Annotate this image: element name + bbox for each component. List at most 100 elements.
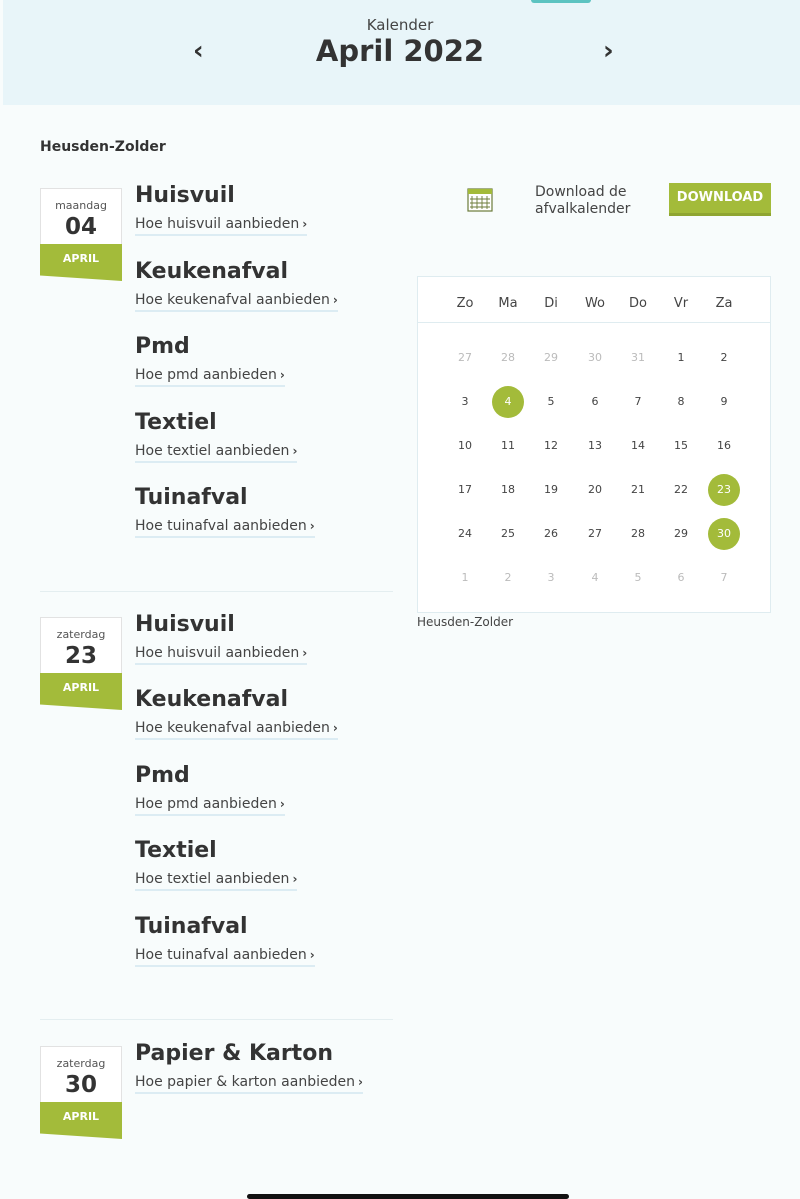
waste-item: Tuinafval Hoe tuinafval aanbieden ›	[135, 914, 315, 967]
calendar-day[interactable]: 19	[535, 474, 567, 506]
calendar-day[interactable]: 15	[665, 430, 697, 462]
calendar-day[interactable]: 5	[535, 386, 567, 418]
header-subtitle: Kalender	[366, 16, 434, 34]
how-to-offer-link[interactable]: Hoe tuinafval aanbieden ›	[135, 518, 315, 538]
calendar-day[interactable]: 3	[535, 562, 567, 594]
how-to-offer-link[interactable]: Hoe keukenafval aanbieden ›	[135, 720, 338, 740]
home-indicator	[247, 1194, 569, 1199]
calendar-day[interactable]: 26	[535, 518, 567, 550]
calendar-day[interactable]: 17	[449, 474, 481, 506]
date-month: APRIL	[40, 244, 122, 281]
section-divider	[40, 1019, 393, 1020]
waste-item: Textiel Hoe textiel aanbieden ›	[135, 838, 298, 891]
location-title: Heusden-Zolder	[40, 139, 166, 155]
chevron-right-icon: ›	[292, 444, 298, 458]
calendar-day[interactable]: 21	[622, 474, 654, 506]
calendar-day[interactable]: 27	[449, 342, 481, 374]
calendar-day[interactable]: 12	[535, 430, 567, 462]
calendar-day[interactable]: 1	[665, 342, 697, 374]
calendar-day[interactable]: 6	[665, 562, 697, 594]
calendar-day[interactable]: 7	[622, 386, 654, 418]
chevron-right-icon: ›	[309, 519, 315, 533]
weekday-label: Wo	[584, 296, 606, 311]
calendar-day[interactable]: 5	[622, 562, 654, 594]
waste-type-name: Keukenafval	[135, 259, 289, 284]
calendar-day[interactable]: 2	[492, 562, 524, 594]
how-to-offer-link-text: Hoe pmd aanbieden	[135, 796, 277, 812]
date-card: zaterdag 23	[40, 617, 122, 673]
how-to-offer-link[interactable]: Hoe pmd aanbieden ›	[135, 367, 285, 387]
how-to-offer-link-text: Hoe tuinafval aanbieden	[135, 518, 307, 534]
download-text: Download de afvalkalender	[535, 184, 630, 218]
calendar-day[interactable]: 28	[492, 342, 524, 374]
calendar-caption: Heusden-Zolder	[417, 615, 514, 629]
waste-item: Pmd Hoe pmd aanbieden ›	[135, 334, 285, 387]
calendar-day[interactable]: 20	[579, 474, 611, 506]
date-weekday: maandag	[55, 199, 107, 212]
calendar-day[interactable]: 23	[708, 474, 740, 506]
how-to-offer-link-text: Hoe keukenafval aanbieden	[135, 720, 330, 736]
waste-item: Tuinafval Hoe tuinafval aanbieden ›	[135, 485, 315, 538]
calendar-day[interactable]: 22	[665, 474, 697, 506]
chevron-right-icon: ›	[309, 948, 315, 962]
calendar-day[interactable]: 25	[492, 518, 524, 550]
calendar-day[interactable]: 29	[665, 518, 697, 550]
calendar-day[interactable]: 6	[579, 386, 611, 418]
how-to-offer-link-text: Hoe papier & karton aanbieden	[135, 1074, 355, 1090]
calendar-day[interactable]: 4	[492, 386, 524, 418]
calendar-day[interactable]: 8	[665, 386, 697, 418]
how-to-offer-link[interactable]: Hoe keukenafval aanbieden ›	[135, 292, 338, 312]
how-to-offer-link-text: Hoe tuinafval aanbieden	[135, 947, 307, 963]
calendar-day[interactable]: 24	[449, 518, 481, 550]
calendar-day[interactable]: 11	[492, 430, 524, 462]
how-to-offer-link[interactable]: Hoe tuinafval aanbieden ›	[135, 947, 315, 967]
how-to-offer-link[interactable]: Hoe textiel aanbieden ›	[135, 443, 298, 463]
next-month-button[interactable]: ›	[603, 36, 614, 66]
calendar-day[interactable]: 10	[449, 430, 481, 462]
calendar-day[interactable]: 30	[579, 342, 611, 374]
weekday-label: Za	[715, 296, 733, 311]
chevron-right-icon: ›	[292, 872, 298, 886]
calendar-day[interactable]: 16	[708, 430, 740, 462]
waste-type-name: Huisvuil	[135, 612, 235, 637]
calendar-day[interactable]: 31	[622, 342, 654, 374]
waste-type-name: Tuinafval	[135, 485, 248, 510]
calendar-day[interactable]: 30	[708, 518, 740, 550]
calendar-day[interactable]: 3	[449, 386, 481, 418]
date-card: zaterdag 30	[40, 1046, 122, 1102]
how-to-offer-link[interactable]: Hoe pmd aanbieden ›	[135, 796, 285, 816]
calendar-day[interactable]: 7	[708, 562, 740, 594]
prev-month-button[interactable]: ‹	[193, 36, 204, 66]
calendar-day[interactable]: 27	[579, 518, 611, 550]
calendar-day[interactable]: 1	[449, 562, 481, 594]
calendar-day[interactable]: 9	[708, 386, 740, 418]
how-to-offer-link-text: Hoe textiel aanbieden	[135, 443, 290, 459]
calendar-icon	[467, 188, 493, 212]
weekday-label: Do	[629, 296, 647, 311]
page-title: April 2022	[315, 34, 485, 68]
chevron-right-icon: ›	[357, 1075, 363, 1089]
waste-item: Pmd Hoe pmd aanbieden ›	[135, 763, 285, 816]
waste-item: Papier & Karton Hoe papier & karton aanbi…	[135, 1041, 363, 1094]
how-to-offer-link[interactable]: Hoe huisvuil aanbieden ›	[135, 216, 308, 236]
calendar-day[interactable]: 4	[579, 562, 611, 594]
calendar-day[interactable]: 29	[535, 342, 567, 374]
mini-calendar: Zo Ma Di Wo Do Vr Za 27 28 29 30 31 1 2 3 4 5 6 7 8 9 10 11 12…	[417, 276, 771, 613]
calendar-day[interactable]: 14	[622, 430, 654, 462]
waste-type-name: Pmd	[135, 763, 190, 788]
waste-type-name: Papier & Karton	[135, 1041, 333, 1066]
calendar-day[interactable]: 28	[622, 518, 654, 550]
how-to-offer-link[interactable]: Hoe papier & karton aanbieden ›	[135, 1074, 363, 1094]
download-button[interactable]: DOWNLOAD	[669, 183, 771, 216]
calendar-day[interactable]: 2	[708, 342, 740, 374]
how-to-offer-link[interactable]: Hoe huisvuil aanbieden ›	[135, 645, 308, 665]
date-card: maandag 04	[40, 188, 122, 244]
calendar-day[interactable]: 13	[579, 430, 611, 462]
weekday-label: Zo	[456, 296, 474, 311]
how-to-offer-link[interactable]: Hoe textiel aanbieden ›	[135, 871, 298, 891]
calendar-day[interactable]: 18	[492, 474, 524, 506]
weekday-header-row: Zo Ma Di Wo Do Vr Za	[418, 277, 770, 323]
waste-type-name: Textiel	[135, 838, 217, 863]
waste-type-name: Keukenafval	[135, 687, 289, 712]
chevron-right-icon: ›	[332, 293, 338, 307]
